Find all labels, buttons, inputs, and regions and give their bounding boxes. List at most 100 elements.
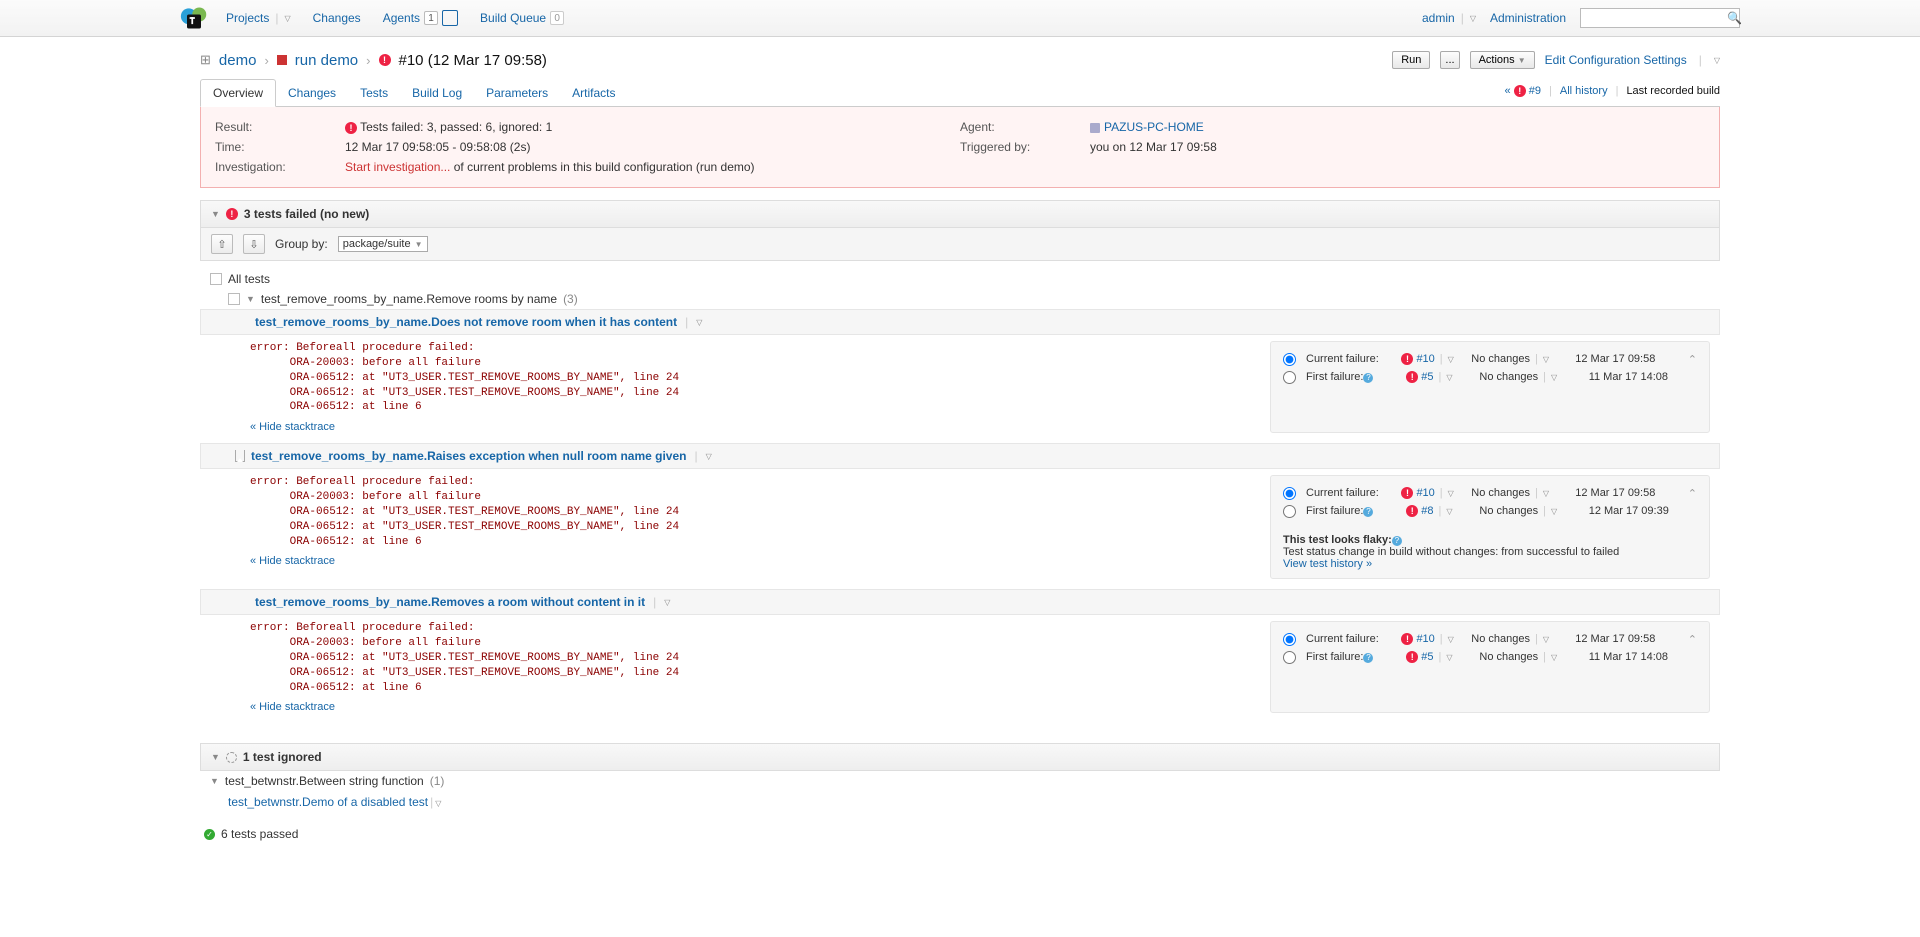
expand-all-button[interactable]: ⇩ bbox=[243, 234, 265, 254]
scroll-top-icon[interactable]: ⌃ bbox=[1688, 487, 1697, 500]
hide-stacktrace-link[interactable]: « Hide stacktrace bbox=[250, 555, 1250, 567]
ignored-test-link[interactable]: test_betwnstr.Demo of a disabled test bbox=[228, 795, 428, 809]
chevron-down-icon[interactable]: ▽ bbox=[1446, 653, 1452, 662]
date-label: 12 Mar 17 09:58 bbox=[1575, 353, 1678, 365]
error-icon: ! bbox=[1401, 353, 1413, 365]
nav-user[interactable]: admin|▽ bbox=[1422, 11, 1476, 25]
breadcrumb-project[interactable]: demo bbox=[219, 52, 257, 69]
info-icon[interactable]: ? bbox=[1363, 373, 1373, 383]
test-body: error: Beforeall procedure failed: ORA-2… bbox=[200, 615, 1720, 723]
breadcrumb-config[interactable]: run demo bbox=[295, 52, 358, 69]
chevron-down-icon[interactable]: ▽ bbox=[664, 598, 670, 607]
info-icon[interactable]: ? bbox=[1363, 507, 1373, 517]
run-custom-button[interactable]: ... bbox=[1440, 51, 1459, 69]
current-failure-radio[interactable] bbox=[1283, 633, 1296, 646]
collapse-icon[interactable]: ▼ bbox=[246, 294, 255, 304]
error-icon: ! bbox=[379, 54, 391, 66]
chevron-down-icon[interactable]: ▽ bbox=[706, 452, 712, 461]
group-by-label: Group by: bbox=[275, 237, 328, 251]
group-by-select[interactable]: package/suite▼ bbox=[338, 236, 428, 252]
stacktrace: error: Beforeall procedure failed: ORA-2… bbox=[250, 475, 1250, 549]
first-failure-radio[interactable] bbox=[1283, 371, 1296, 384]
edit-config-link[interactable]: Edit Configuration Settings bbox=[1545, 53, 1687, 67]
chevron-down-icon[interactable]: ▽ bbox=[1446, 507, 1452, 516]
chevron-down-icon[interactable]: ▽ bbox=[1543, 489, 1549, 498]
chevron-down-icon[interactable]: ▽ bbox=[1551, 653, 1557, 662]
date-label: 11 Mar 17 14:08 bbox=[1589, 371, 1697, 383]
build-link[interactable]: #10 bbox=[1416, 487, 1434, 499]
test-name-link[interactable]: test_remove_rooms_by_name.Raises excepti… bbox=[251, 449, 687, 463]
view-test-history-link[interactable]: View test history » bbox=[1283, 558, 1372, 570]
build-link[interactable]: #10 bbox=[1416, 353, 1434, 365]
first-failure-radio[interactable] bbox=[1283, 651, 1296, 664]
global-search[interactable]: 🔍 bbox=[1580, 8, 1740, 28]
nav-agents[interactable]: Agents 1 bbox=[383, 10, 458, 26]
error-icon: ! bbox=[1401, 633, 1413, 645]
passed-tests-label: 6 tests passed bbox=[221, 827, 298, 841]
info-icon[interactable]: ? bbox=[1392, 536, 1402, 546]
tab-parameters[interactable]: Parameters bbox=[474, 80, 560, 106]
tab-artifacts[interactable]: Artifacts bbox=[560, 80, 627, 106]
changes-label: No changes bbox=[1471, 633, 1530, 645]
test-row: test_remove_rooms_by_name.Removes a room… bbox=[200, 589, 1720, 615]
ignored-tests-header[interactable]: ▼ 1 test ignored bbox=[200, 743, 1720, 771]
checkbox[interactable] bbox=[210, 273, 222, 285]
current-failure-radio[interactable] bbox=[1283, 487, 1296, 500]
search-input[interactable] bbox=[1585, 12, 1727, 24]
agent-link[interactable]: PAZUS-PC-HOME bbox=[1104, 120, 1204, 134]
build-link[interactable]: #5 bbox=[1421, 651, 1433, 663]
info-icon[interactable]: ? bbox=[1363, 653, 1373, 663]
nav-changes[interactable]: Changes bbox=[313, 11, 361, 25]
chevron-down-icon[interactable]: ▽ bbox=[435, 799, 441, 808]
run-button[interactable]: Run bbox=[1392, 51, 1430, 69]
build-link[interactable]: #5 bbox=[1421, 371, 1433, 383]
chevron-down-icon[interactable]: ▽ bbox=[1543, 635, 1549, 644]
tab-tests[interactable]: Tests bbox=[348, 80, 400, 106]
nav-projects[interactable]: Projects|▽ bbox=[226, 11, 291, 25]
nav-build-queue[interactable]: Build Queue 0 bbox=[480, 11, 564, 25]
actions-button[interactable]: Actions ▼ bbox=[1470, 51, 1535, 69]
build-config-icon bbox=[277, 55, 287, 65]
prev-build-link[interactable]: « ! #9 bbox=[1505, 85, 1542, 97]
hide-stacktrace-link[interactable]: « Hide stacktrace bbox=[250, 701, 1250, 713]
chevron-down-icon[interactable]: ▽ bbox=[1448, 355, 1454, 364]
scroll-top-icon[interactable]: ⌃ bbox=[1688, 633, 1697, 646]
first-failure-radio[interactable] bbox=[1283, 505, 1296, 518]
chevron-down-icon[interactable]: ▽ bbox=[1551, 507, 1557, 516]
build-link[interactable]: #8 bbox=[1421, 505, 1433, 517]
changes-label: No changes bbox=[1471, 353, 1530, 365]
error-icon: ! bbox=[1401, 487, 1413, 499]
current-failure-radio[interactable] bbox=[1283, 353, 1296, 366]
failure-info-panel: Current failure:!#10|▽No changes|▽12 Mar… bbox=[1270, 341, 1710, 433]
tab-changes[interactable]: Changes bbox=[276, 80, 348, 106]
checkbox[interactable] bbox=[228, 293, 240, 305]
nav-administration[interactable]: Administration bbox=[1490, 11, 1566, 25]
test-name-link[interactable]: test_remove_rooms_by_name.Does not remov… bbox=[255, 315, 677, 329]
agents-authorize-icon[interactable] bbox=[442, 10, 458, 26]
all-history-link[interactable]: All history bbox=[1560, 85, 1608, 97]
error-icon: ! bbox=[345, 122, 357, 134]
failed-tests-header[interactable]: ▼ ! 3 tests failed (no new) bbox=[200, 200, 1720, 228]
changes-label: No changes bbox=[1479, 371, 1538, 383]
collapse-icon[interactable]: ▼ bbox=[211, 209, 220, 219]
chevron-down-icon[interactable]: ▽ bbox=[1543, 355, 1549, 364]
scroll-top-icon[interactable]: ⌃ bbox=[1688, 353, 1697, 366]
build-tabs: Overview Changes Tests Build Log Paramet… bbox=[200, 79, 1720, 107]
collapse-icon[interactable]: ▼ bbox=[210, 776, 219, 786]
chevron-down-icon[interactable]: ▽ bbox=[1446, 373, 1452, 382]
test-row: test_remove_rooms_by_name.Does not remov… bbox=[200, 309, 1720, 335]
collapse-icon[interactable]: ▼ bbox=[211, 752, 220, 762]
build-link[interactable]: #10 bbox=[1416, 633, 1434, 645]
tab-overview[interactable]: Overview bbox=[200, 79, 276, 107]
test-name-link[interactable]: test_remove_rooms_by_name.Removes a room… bbox=[255, 595, 645, 609]
collapse-all-button[interactable]: ⇧ bbox=[211, 234, 233, 254]
hide-stacktrace-link[interactable]: « Hide stacktrace bbox=[250, 421, 1250, 433]
start-investigation-link[interactable]: Start investigation... bbox=[345, 160, 450, 174]
date-label: 12 Mar 17 09:58 bbox=[1575, 633, 1678, 645]
chevron-down-icon[interactable]: ▽ bbox=[1448, 635, 1454, 644]
chevron-down-icon[interactable]: ▽ bbox=[696, 318, 702, 327]
chevron-down-icon[interactable]: ▽ bbox=[1551, 373, 1557, 382]
failure-info-panel: Current failure:!#10|▽No changes|▽12 Mar… bbox=[1270, 475, 1710, 579]
tab-build-log[interactable]: Build Log bbox=[400, 80, 474, 106]
chevron-down-icon[interactable]: ▽ bbox=[1448, 489, 1454, 498]
